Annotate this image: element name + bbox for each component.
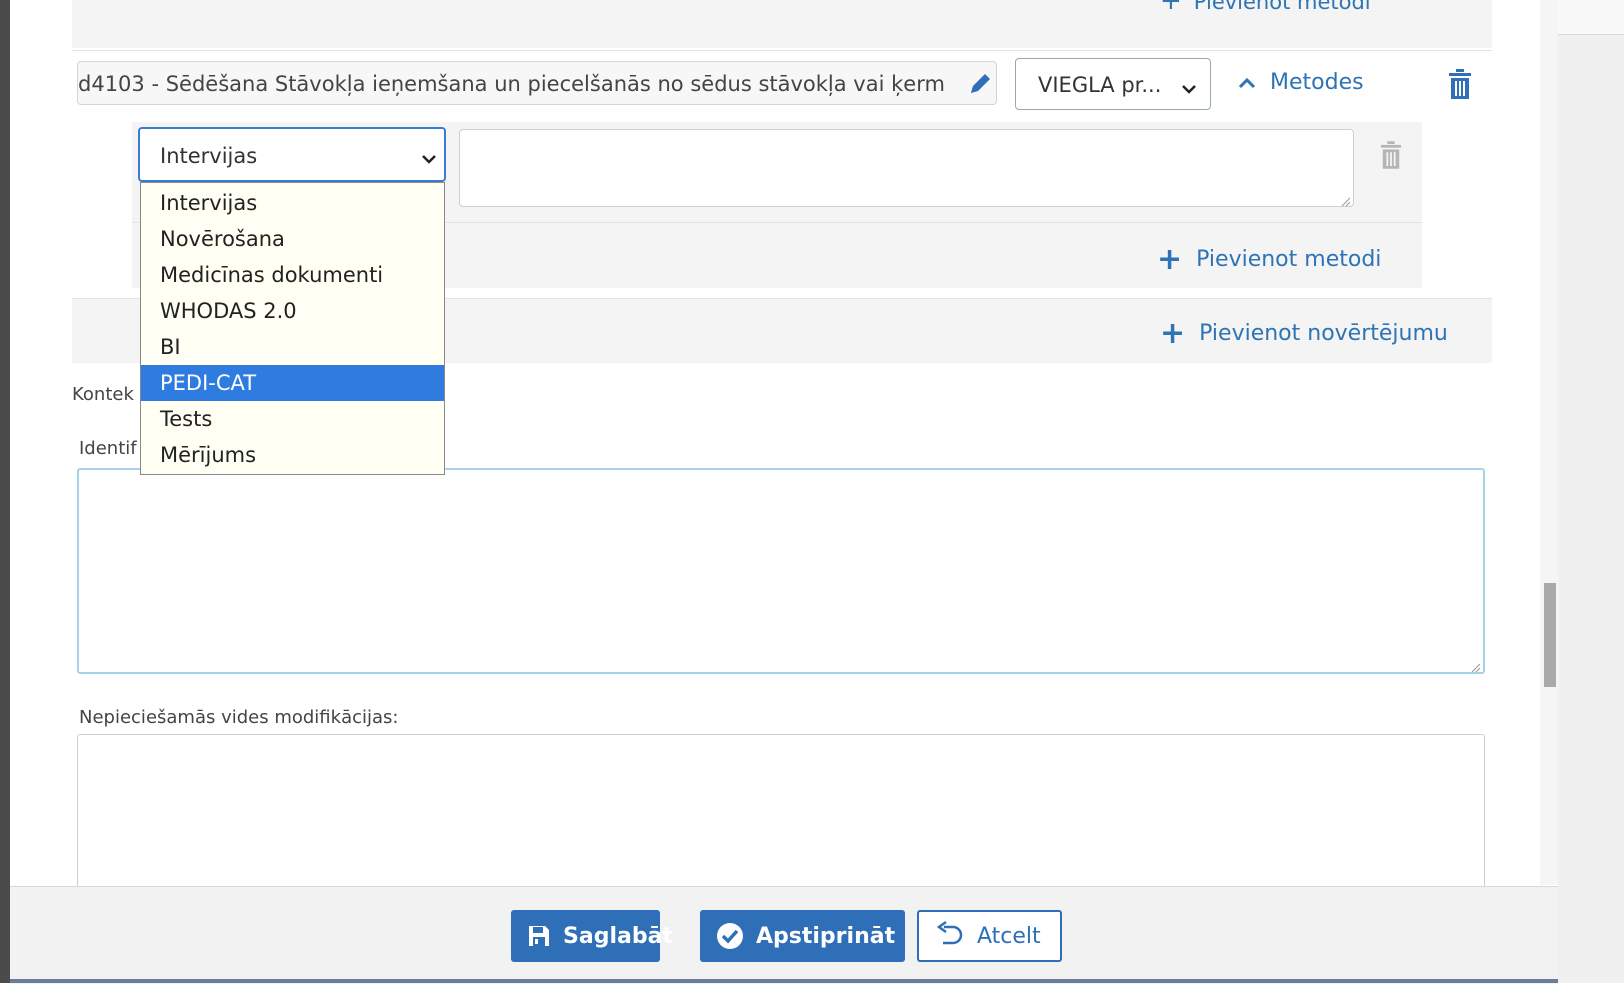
activity-item-text: d4103 - Sēdēšana Stāvokļa ieņemšana un p… xyxy=(78,72,945,96)
trash-icon[interactable] xyxy=(1448,68,1472,104)
chevron-down-icon xyxy=(1182,79,1196,98)
cancel-button[interactable]: Atcelt xyxy=(917,910,1062,962)
undo-icon xyxy=(935,921,965,951)
gutter-top-tab xyxy=(1558,0,1624,35)
option-pedi-cat[interactable]: PEDI-CAT xyxy=(141,365,444,401)
plus-icon: + xyxy=(1160,0,1182,16)
option-tests[interactable]: Tests xyxy=(141,401,444,437)
chevron-down-icon xyxy=(422,149,436,168)
save-button[interactable]: Saglabāt xyxy=(511,910,673,962)
resize-grip-icon[interactable] xyxy=(1339,192,1351,207)
env-modifications-label: Nepieciešamās vides modifikācijas: xyxy=(79,707,399,728)
check-circle-icon xyxy=(716,922,744,950)
context-label: Kontek xyxy=(72,384,134,405)
option-medicinas-dokumenti[interactable]: Medicīnas dokumenti xyxy=(141,257,444,293)
severity-value: VIEGLA pr... xyxy=(1038,73,1162,97)
right-gutter xyxy=(1558,0,1624,983)
chevron-up-icon xyxy=(1238,73,1256,94)
divider xyxy=(72,50,1492,51)
method-select-value: Intervijas xyxy=(160,144,258,168)
option-bi[interactable]: BI xyxy=(141,329,444,365)
identification-textarea[interactable] xyxy=(77,468,1485,674)
activity-item-field[interactable]: d4103 - Sēdēšana Stāvokļa ieņemšana un p… xyxy=(77,61,997,105)
trash-icon[interactable] xyxy=(1380,140,1402,174)
method-select[interactable]: Intervijas xyxy=(138,127,446,182)
dialog-left-border xyxy=(0,0,10,983)
scrollbar-track[interactable] xyxy=(1540,0,1558,885)
plus-icon: + xyxy=(1157,242,1183,277)
env-modifications-textarea[interactable] xyxy=(77,734,1485,894)
add-assessment-link[interactable]: + Pievienot novērtējumu xyxy=(1160,316,1448,351)
method-notes-textarea[interactable] xyxy=(459,129,1354,207)
option-merijums[interactable]: Mērījums xyxy=(141,437,444,473)
resize-grip-icon[interactable] xyxy=(1469,658,1481,673)
methods-toggle[interactable]: Metodes xyxy=(1238,70,1364,95)
confirm-button[interactable]: Apstiprināt xyxy=(700,910,905,962)
identification-label: Identif xyxy=(79,438,137,459)
pencil-icon[interactable] xyxy=(966,70,994,98)
scrollbar-thumb[interactable] xyxy=(1544,583,1556,687)
option-noverosana[interactable]: Novērošana xyxy=(141,221,444,257)
add-method-link-top[interactable]: + Pievienot metodi xyxy=(1160,0,1371,16)
severity-select[interactable]: VIEGLA pr... xyxy=(1015,58,1211,110)
method-options-dropdown[interactable]: Intervijas Novērošana Medicīnas dokument… xyxy=(140,182,445,475)
footer-bottom-border xyxy=(10,979,1558,983)
plus-icon: + xyxy=(1160,316,1186,351)
option-whodas[interactable]: WHODAS 2.0 xyxy=(141,293,444,329)
floppy-disk-icon xyxy=(527,924,551,948)
add-method-link[interactable]: + Pievienot metodi xyxy=(1157,242,1381,277)
option-intervijas[interactable]: Intervijas xyxy=(141,185,444,221)
